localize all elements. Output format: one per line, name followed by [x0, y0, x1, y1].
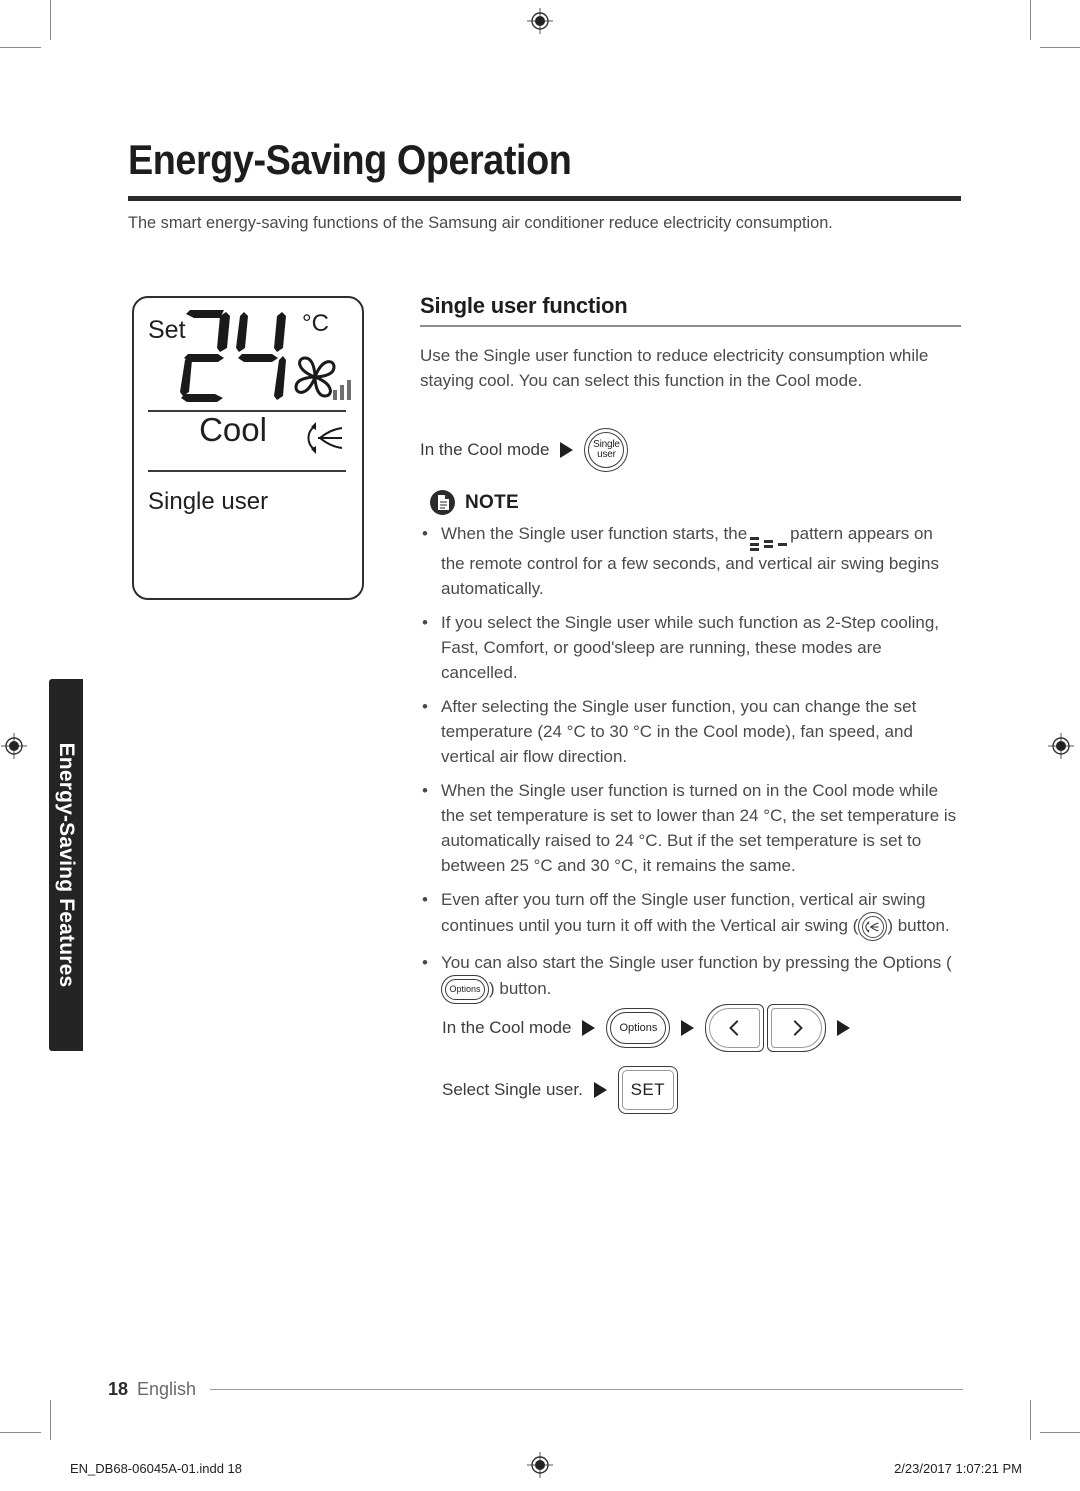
- fan-speed-bars: [333, 378, 351, 400]
- crop-mark-bottom-left-vertical: [50, 1400, 51, 1440]
- page-language: English: [137, 1379, 197, 1399]
- chapter-side-tab: Energy-Saving Features: [49, 679, 83, 1051]
- options-button-label: Options: [619, 1022, 658, 1034]
- crop-mark-top-right-horizontal: [1040, 47, 1080, 48]
- single-user-pattern-icon: [750, 537, 788, 551]
- bullet-icon: •: [422, 953, 428, 972]
- chevron-right-button[interactable]: [767, 1004, 827, 1052]
- imprint-date: 2/23/2017 1:07:21 PM: [894, 1461, 1022, 1476]
- page-content: Energy-Saving Operation The smart energy…: [128, 0, 963, 1491]
- note-label: NOTE: [465, 491, 519, 513]
- note-text-before: You can also start the Single user funct…: [441, 953, 952, 972]
- bullet-icon: •: [422, 524, 428, 543]
- note-text: Even after you turn off the Single user …: [441, 887, 961, 941]
- flow-set-prefix: Select Single user.: [442, 1080, 583, 1099]
- list-item: • Even after you turn off the Single use…: [420, 887, 961, 941]
- crop-mark-top-left-horizontal: [0, 47, 41, 48]
- registration-mark-right: [1048, 733, 1074, 759]
- options-button-inline-label: Options: [449, 984, 481, 994]
- crop-mark-bottom-right-vertical: [1030, 1400, 1031, 1440]
- chapter-side-tab-label: Energy-Saving Features: [55, 742, 78, 988]
- single-user-button-line2: user: [597, 449, 616, 460]
- arrow-right-icon: [837, 1020, 851, 1036]
- single-user-button[interactable]: Single user: [584, 428, 629, 472]
- title-divider: [128, 196, 961, 201]
- note-text-before: Even after you turn off the Single user …: [441, 890, 926, 935]
- note-text: When the Single user function starts, th…: [441, 521, 961, 601]
- set-button[interactable]: SET: [617, 1066, 678, 1114]
- arrow-right-icon: [593, 1082, 607, 1098]
- flow-single-user: In the Cool mode Single user: [420, 428, 629, 472]
- imprint-file: EN_DB68-06045A-01.indd 18: [70, 1461, 243, 1476]
- crop-mark-top-right-vertical: [1030, 0, 1031, 40]
- lcd-function-label: Single user: [148, 488, 269, 515]
- note-text-after: ) button.: [489, 978, 552, 998]
- folio: 18 English: [108, 1379, 196, 1400]
- lcd-unit-label: °C: [302, 310, 329, 337]
- page-number: 18: [108, 1379, 129, 1399]
- flow-options-prefix: In the Cool mode: [442, 1018, 572, 1037]
- page-title: Energy-Saving Operation: [128, 136, 572, 183]
- remote-lcd-illustration: Set °C Cool Single user: [132, 296, 364, 600]
- note-text: When the Single user function is turned …: [441, 781, 957, 875]
- crop-mark-bottom-left-horizontal: [0, 1432, 41, 1433]
- note-text-before: When the Single user function starts, th…: [441, 524, 748, 543]
- bullet-icon: •: [422, 613, 428, 632]
- options-button[interactable]: Options: [606, 1008, 671, 1048]
- list-item: • After selecting the Single user functi…: [420, 694, 961, 769]
- section-heading: Single user function: [420, 293, 628, 318]
- list-item: • You can also start the Single user fun…: [420, 950, 961, 1004]
- lcd-divider-bottom: [148, 470, 346, 472]
- section-divider: [420, 325, 961, 327]
- options-button-inline[interactable]: Options: [441, 975, 489, 1004]
- flow-options-sequence: In the Cool mode Options: [442, 1004, 851, 1052]
- note-list: • When the Single user function starts, …: [420, 521, 961, 1013]
- bullet-icon: •: [422, 890, 428, 909]
- registration-mark-left: [1, 733, 27, 759]
- chevron-left-button[interactable]: [705, 1004, 765, 1052]
- vertical-swing-icon: [302, 420, 346, 456]
- list-item: • If you select the Single user while su…: [420, 610, 961, 685]
- flow-set-sequence: Select Single user. SET: [442, 1066, 678, 1114]
- list-item: • When the Single user function is turne…: [420, 778, 961, 878]
- arrow-right-icon: [560, 442, 574, 458]
- note-text: You can also start the Single user funct…: [441, 950, 961, 1004]
- single-user-button-line1: Single: [593, 438, 620, 450]
- note-text-after: ) button.: [887, 915, 950, 935]
- folio-divider: [210, 1389, 963, 1390]
- bullet-icon: •: [422, 697, 428, 716]
- arrow-right-icon: [582, 1020, 596, 1036]
- bullet-icon: •: [422, 781, 428, 800]
- set-button-label: SET: [630, 1080, 665, 1099]
- note-document-icon: [430, 490, 455, 515]
- arrow-right-icon: [681, 1020, 695, 1036]
- note-header: NOTE: [430, 490, 519, 515]
- flow-prefix-label: In the Cool mode: [420, 440, 550, 459]
- lcd-temperature-digits: [180, 306, 300, 402]
- chapter-intro: The smart energy-saving functions of the…: [128, 213, 833, 232]
- list-item: • When the Single user function starts, …: [420, 521, 961, 601]
- crop-mark-top-left-vertical: [50, 0, 51, 40]
- crop-mark-bottom-right-horizontal: [1040, 1432, 1080, 1433]
- note-text: If you select the Single user while such…: [441, 613, 940, 682]
- note-text: After selecting the Single user function…: [441, 697, 917, 766]
- section-body: Use the Single user function to reduce e…: [420, 346, 929, 390]
- vertical-swing-button-icon: [858, 912, 888, 941]
